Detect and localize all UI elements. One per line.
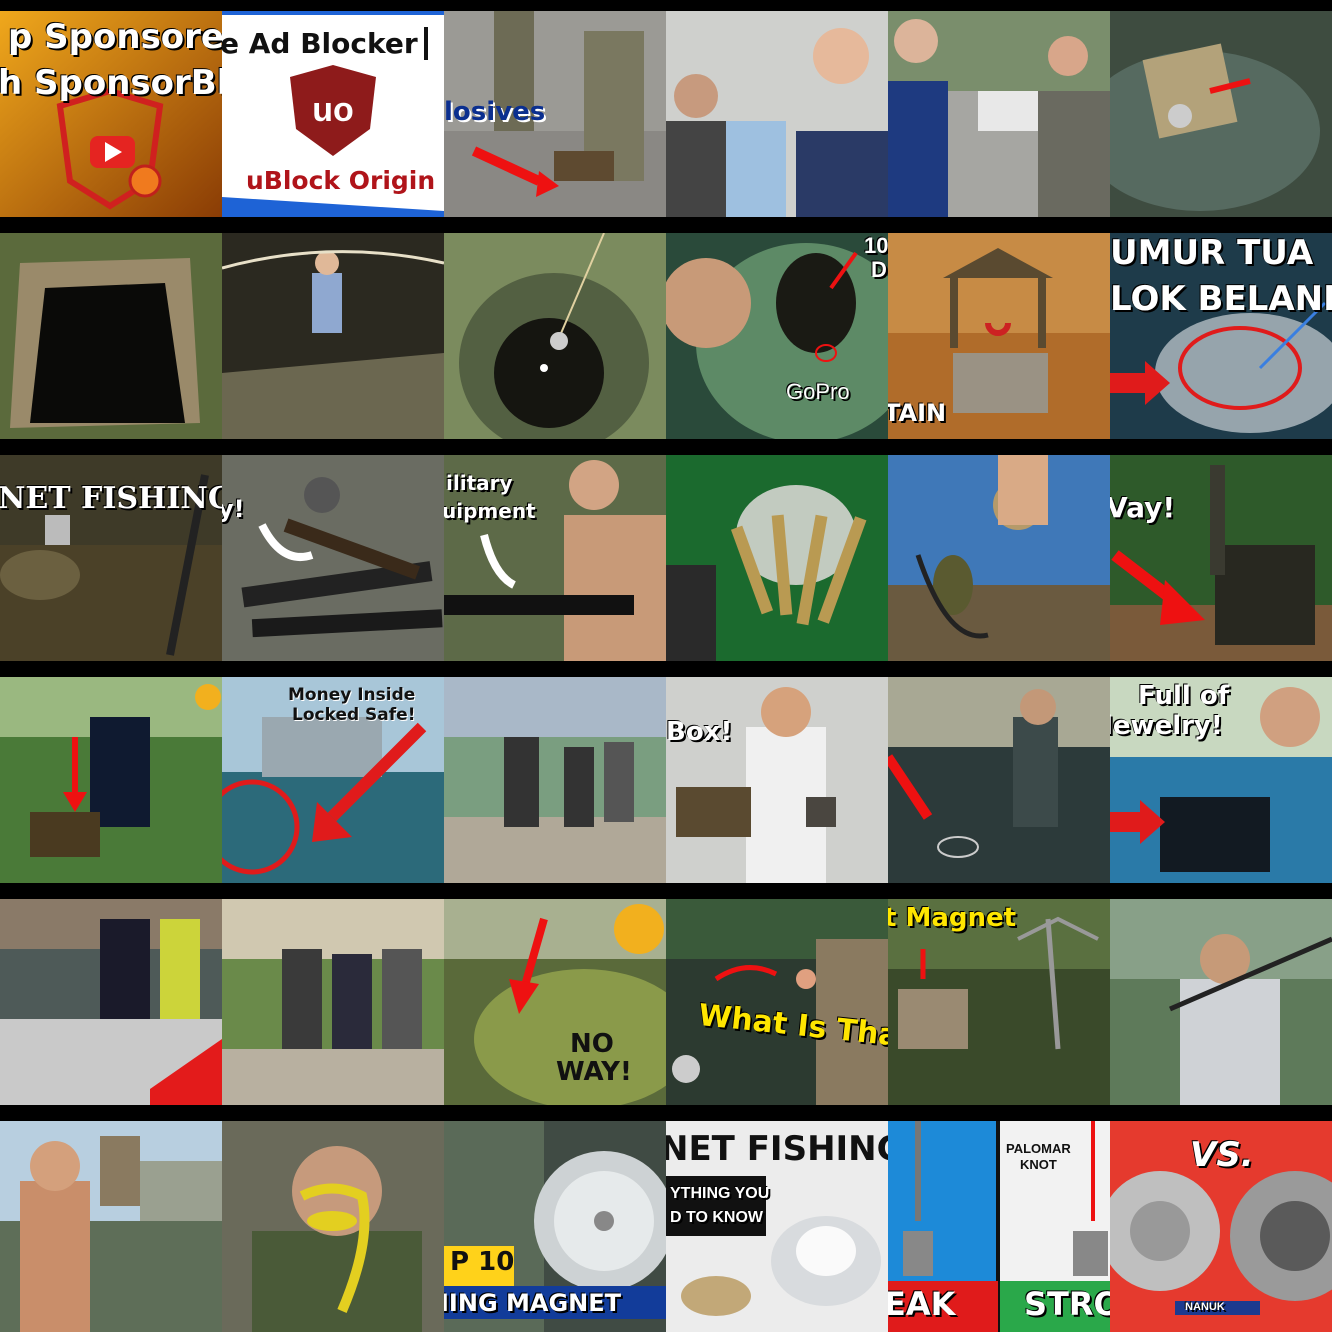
caption: EAK — [888, 1285, 956, 1323]
thumbnail-net-fishing[interactable]: NET FISHING — [0, 455, 222, 661]
thumbnail-well-shaft[interactable] — [444, 233, 666, 439]
thumbnail-bullets[interactable] — [666, 455, 888, 661]
caption: LOK BELAND — [1110, 279, 1332, 319]
thumbnail-top-10-magnet[interactable]: P 10 IING MAGNET — [444, 1121, 666, 1332]
thumbnail-wishing-well[interactable]: TAIN — [888, 233, 1110, 439]
thumbnail-row-3: NET FISHING y! ilitary uipment Vay! — [0, 455, 1332, 661]
thumbnail-box[interactable]: Box! — [666, 677, 888, 883]
thumbnail-men-interview[interactable] — [666, 11, 888, 217]
thumbnail-weak-strong-knot[interactable]: EAK STRO PALOMAR KNOT — [888, 1121, 1110, 1332]
caption: NANUK — [1185, 1301, 1225, 1313]
thumbnail-canal-magnet[interactable] — [888, 677, 1110, 883]
caption: h SponsorBlo — [0, 63, 222, 103]
caption: Box! — [666, 717, 733, 747]
caption: P 10 — [450, 1247, 515, 1277]
thumbnail-police-stop[interactable] — [888, 11, 1110, 217]
caption: Locked Safe! — [292, 705, 416, 725]
thumbnail-pulling-rope[interactable] — [444, 677, 666, 883]
caption: VS. — [1190, 1135, 1254, 1175]
thumbnail-row-4: Money Inside Locked Safe! Box! Full of l… — [0, 677, 1332, 883]
thumbnail-cave[interactable] — [222, 233, 444, 439]
thumbnail-police-chest[interactable] — [0, 677, 222, 883]
caption: TAIN — [888, 399, 947, 427]
thumbnail-safe-in-water[interactable] — [1110, 11, 1332, 217]
caption: t Magnet — [888, 903, 1017, 933]
caption: losives — [444, 97, 546, 127]
caption: p Sponsored — [8, 17, 222, 57]
thumbnail-police-boat[interactable] — [0, 899, 222, 1105]
thumbnail-row-6: P 10 IING MAGNET NET FISHING YTHING YOU … — [0, 1121, 1332, 1332]
thumbnail-old-well-dutch[interactable]: UMUR TUA LOK BELAND — [1110, 233, 1332, 439]
caption: NET FISHING — [666, 1129, 888, 1169]
caption: NET FISHING — [0, 481, 222, 516]
thumbnail-man-with-rod[interactable] — [1110, 899, 1332, 1105]
thumbnail-grid: p Sponsored h SponsorBlo uo e Ad Blocker… — [0, 0, 1332, 1332]
caption: YTHING YOU — [670, 1185, 770, 1202]
caption: ilitary — [446, 471, 513, 495]
thumbnail-tug-of-war[interactable] — [222, 899, 444, 1105]
caption: WAY! — [556, 1057, 632, 1087]
svg-text:uo: uo — [312, 91, 354, 129]
thumbnail-military-equipment[interactable]: ilitary uipment — [444, 455, 666, 661]
thumbnail-magnet-vs[interactable]: VS. NANUK — [1110, 1121, 1332, 1332]
thumbnail-prison-water[interactable] — [0, 1121, 222, 1332]
caption: GoPro — [786, 379, 850, 404]
caption: STRO — [1024, 1285, 1110, 1323]
caption: IING MAGNET — [444, 1289, 622, 1317]
thumbnail-ublock-origin[interactable]: uo e Ad Blocker uBlock Origin — [222, 11, 444, 217]
thumbnail-row-2: 10 D GoPro TAIN UMUR TUA LOK BELAND — [0, 233, 1332, 439]
caption: lewelry! — [1110, 711, 1223, 741]
caption: 10 — [864, 233, 888, 258]
thumbnail-gun-box[interactable]: Vay! — [1110, 455, 1332, 661]
thumbnail-guns[interactable]: y! — [222, 455, 444, 661]
thumbnail-magnet-grapple[interactable]: t Magnet — [888, 899, 1110, 1105]
caption: uBlock Origin — [246, 166, 436, 195]
thumbnail-what-is-that[interactable]: What Is That — [666, 899, 888, 1105]
caption: PALOMAR — [1006, 1141, 1071, 1156]
thumbnail-knot-rope[interactable] — [222, 1121, 444, 1332]
caption: Vay! — [1110, 491, 1176, 524]
thumbnail-no-way[interactable]: NO WAY! — [444, 899, 666, 1105]
thumbnail-jewelry-box[interactable]: Full of lewelry! — [1110, 677, 1332, 883]
caption: e Ad Blocker — [222, 27, 428, 60]
thumbnail-net-fishing-guide[interactable]: NET FISHING YTHING YOU D TO KNOW — [666, 1121, 888, 1332]
caption: Full of — [1138, 681, 1230, 711]
caption: y! — [222, 495, 245, 523]
thumbnail-money-safe[interactable]: Money Inside Locked Safe! — [222, 677, 444, 883]
caption: Money Inside — [288, 685, 416, 705]
caption: uipment — [444, 499, 536, 523]
thumbnail-row-5: NO WAY! What Is That t Magnet — [0, 899, 1332, 1105]
thumbnail-row-1: p Sponsored h SponsorBlo uo e Ad Blocker… — [0, 11, 1332, 217]
thumbnail-explosives[interactable]: losives — [444, 11, 666, 217]
thumbnail-gopro-well[interactable]: 10 D GoPro — [666, 233, 888, 439]
caption: D — [871, 257, 887, 282]
thumbnail-grenade[interactable] — [888, 455, 1110, 661]
caption: NO — [570, 1029, 614, 1059]
thumbnail-brick-pit[interactable] — [0, 233, 222, 439]
thumbnail-sponsorblock[interactable]: p Sponsored h SponsorBlo — [0, 11, 222, 217]
caption: UMUR TUA — [1110, 233, 1314, 273]
caption: KNOT — [1020, 1157, 1057, 1172]
caption: D TO KNOW — [670, 1209, 764, 1226]
